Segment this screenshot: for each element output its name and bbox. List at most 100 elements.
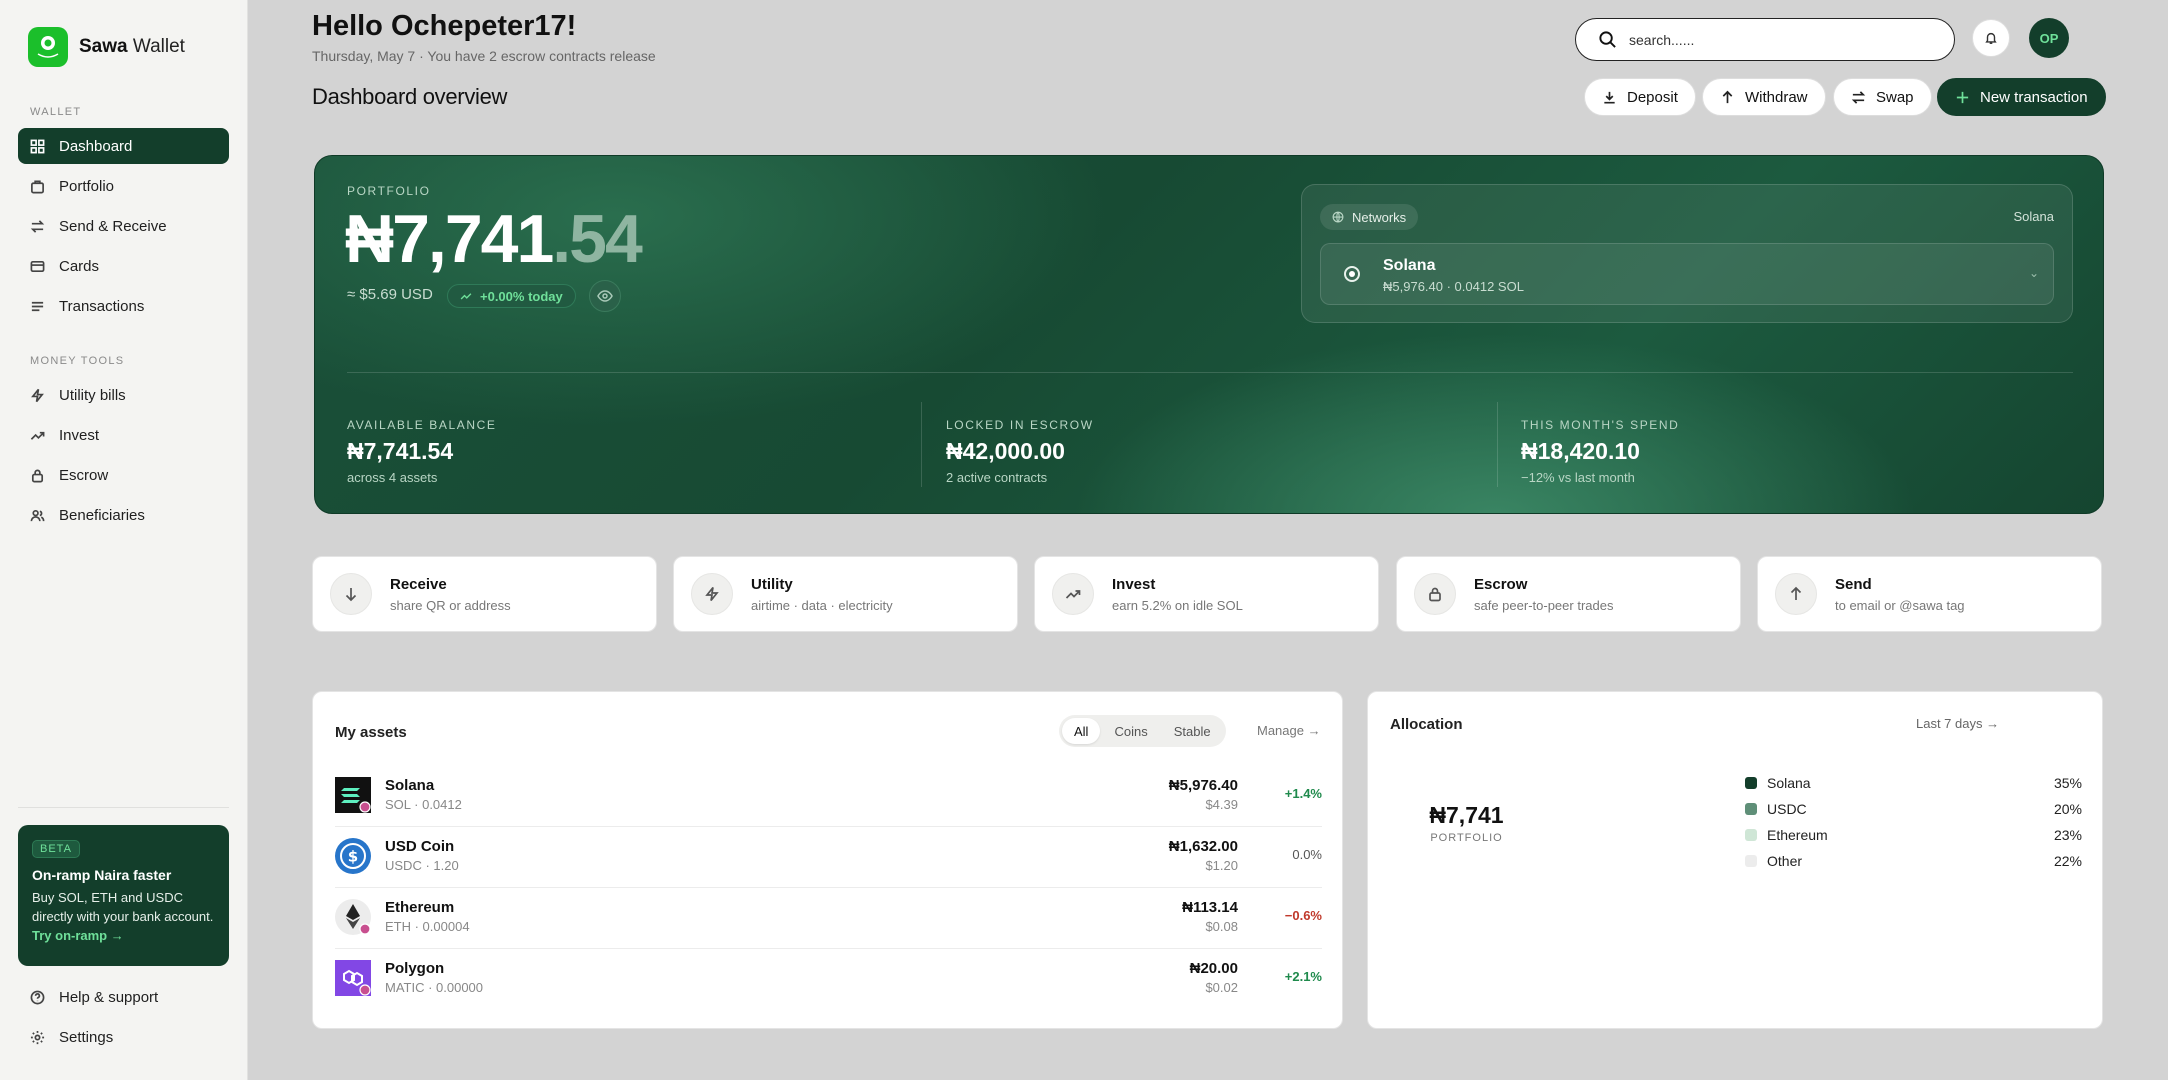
manage-link[interactable]: Manage → [1257,723,1321,738]
card-icon [30,260,45,272]
portfolio-balance: ₦7,741.54 [345,201,643,277]
tab-all[interactable]: All [1062,718,1101,744]
try-onramp-link[interactable]: Try on-ramp → [32,928,124,943]
trend-up-icon [30,431,45,440]
sidebar-item-portfolio[interactable]: Portfolio [18,168,229,204]
list-icon [31,301,44,311]
sidebar-item-beneficiaries[interactable]: Beneficiaries [18,497,229,533]
brand-name: Sawa Wallet [79,36,185,57]
trend-up-icon [460,293,472,300]
asset-row-ethereum[interactable]: Ethereum ETH · 0.00004 ₦113.14 $0.08 −0.… [335,888,1322,949]
allocation-center-label: PORTFOLIO [1430,832,1503,844]
money-tools-section-label: MONEY TOOLS [30,355,125,367]
hero-divider [347,372,2073,373]
download-icon [1604,91,1615,103]
swap-label: Swap [1876,88,1914,106]
sidebar-item-escrow[interactable]: Escrow [18,457,229,493]
tab-coins[interactable]: Coins [1102,718,1159,744]
promo-body: Buy SOL, ETH and USDC directly with your… [32,890,214,943]
brand[interactable]: Sawa Wallet [28,27,185,67]
sidebar-item-label: Invest [59,426,100,444]
assets-title: My assets [335,724,407,741]
beta-badge: BETA [32,840,80,858]
briefcase-icon [31,180,44,193]
search-bar[interactable] [1575,18,1955,61]
quick-action-receive[interactable]: Receive share QR or address [312,556,657,632]
sidebar-item-label: Send & Receive [59,217,167,235]
my-assets-card: My assets All Coins Stable Manage → Sola… [312,691,1343,1029]
stat-available-balance: AVAILABLE BALANCE ₦7,741.54 across 4 ass… [347,418,497,485]
portfolio-hero-card: PORTFOLIO ₦7,741.54 ≈ $5.69 USD +0.00% t… [314,155,2104,514]
deposit-button[interactable]: Deposit [1584,78,1696,116]
eye-icon [597,290,613,302]
arrow-down-icon [345,588,357,602]
allocation-card: Allocation Last 7 days → ₦7,741 PORTFOLI… [1367,691,2103,1029]
range-selector[interactable]: Last 7 days → [1916,716,1999,731]
sidebar-item-send-receive[interactable]: Send & Receive [18,208,229,244]
bolt-icon [31,388,44,402]
network-balance: ₦5,976.40 · 0.0412 SOL [1383,279,1524,294]
lock-icon [31,469,44,482]
search-input[interactable] [1629,31,1929,48]
globe-icon [1332,211,1344,223]
withdraw-button[interactable]: Withdraw [1702,78,1826,116]
sidebar-item-cards[interactable]: Cards [18,248,229,284]
asset-row-solana[interactable]: Solana SOL · 0.0412 ₦5,976.40 $4.39 +1.4… [335,766,1322,827]
solana-icon [335,777,371,813]
stat-divider [1497,402,1498,487]
sidebar: Sawa Wallet WALLET Dashboard Portfolio S… [0,0,248,1080]
quick-action-invest[interactable]: Invest earn 5.2% on idle SOL [1034,556,1379,632]
asset-row-usdc[interactable]: $ USD Coin USDC · 1.20 ₦1,632.00 $1.20 0… [335,827,1322,888]
radio-selected-icon [1344,266,1360,282]
sidebar-item-utility-bills[interactable]: Utility bills [18,377,229,413]
quick-action-utility[interactable]: Utility airtime · data · electricity [673,556,1018,632]
portfolio-label: PORTFOLIO [347,184,431,198]
sidebar-item-help-support[interactable]: Help & support [18,979,229,1015]
quick-action-send[interactable]: Send to email or @sawa tag [1757,556,2102,632]
swap-button[interactable]: Swap [1833,78,1932,116]
sidebar-item-label: Transactions [59,297,145,315]
network-selector[interactable]: Solana ₦5,976.40 · 0.0412 SOL ⌄ [1320,243,2054,305]
grid-icon [30,139,45,153]
polygon-icon [335,960,371,996]
network-name: Solana [1383,257,1436,274]
users-icon [30,509,45,521]
sidebar-item-settings[interactable]: Settings [18,1019,229,1055]
sidebar-item-label: Utility bills [59,386,126,404]
withdraw-label: Withdraw [1745,88,1808,106]
deposit-label: Deposit [1627,88,1678,106]
chevron-down-icon: ⌄ [2028,266,2039,280]
networks-chip: Networks [1320,204,1419,230]
stat-divider [921,402,922,487]
quick-action-escrow[interactable]: Escrow safe peer-to-peer trades [1396,556,1741,632]
help-icon [30,990,45,1004]
legend-ethereum: Ethereum 23% [1745,825,2082,845]
sidebar-item-invest[interactable]: Invest [18,417,229,453]
sidebar-item-transactions[interactable]: Transactions [18,288,229,324]
sidebar-item-label: Settings [59,1028,114,1046]
asset-filter-tabs: All Coins Stable [1059,715,1226,747]
wallet-section-label: WALLET [30,106,82,118]
sidebar-item-label: Portfolio [59,177,115,195]
onramp-promo-card: BETA On-ramp Naira faster Buy SOL, ETH a… [18,825,229,966]
gear-icon [30,1030,45,1044]
allocation-title: Allocation [1390,716,1463,733]
stat-locked-escrow: LOCKED IN ESCROW ₦42,000.00 2 active con… [946,418,1094,485]
sidebar-item-dashboard[interactable]: Dashboard [18,128,229,164]
search-icon [1599,31,1616,48]
ethereum-icon [335,899,371,935]
sidebar-item-label: Cards [59,257,100,275]
asset-row-polygon[interactable]: Polygon MATIC · 0.00000 ₦20.00 $0.02 +2.… [335,949,1322,1010]
page-title: Dashboard overview [312,84,508,109]
legend-usdc: USDC 20% [1745,799,2082,819]
avatar[interactable]: OP [2029,18,2069,58]
notifications-button[interactable] [1972,19,2010,57]
legend-other: Other 22% [1745,851,2082,871]
new-transaction-button[interactable]: New transaction [1937,78,2106,116]
tab-stable[interactable]: Stable [1162,718,1223,744]
toggle-visibility-button[interactable] [589,280,621,312]
current-network: Solana [2013,209,2054,224]
sidebar-item-label: Beneficiaries [59,506,145,524]
plus-icon [1956,91,1969,103]
svg-text:$: $ [348,848,358,866]
